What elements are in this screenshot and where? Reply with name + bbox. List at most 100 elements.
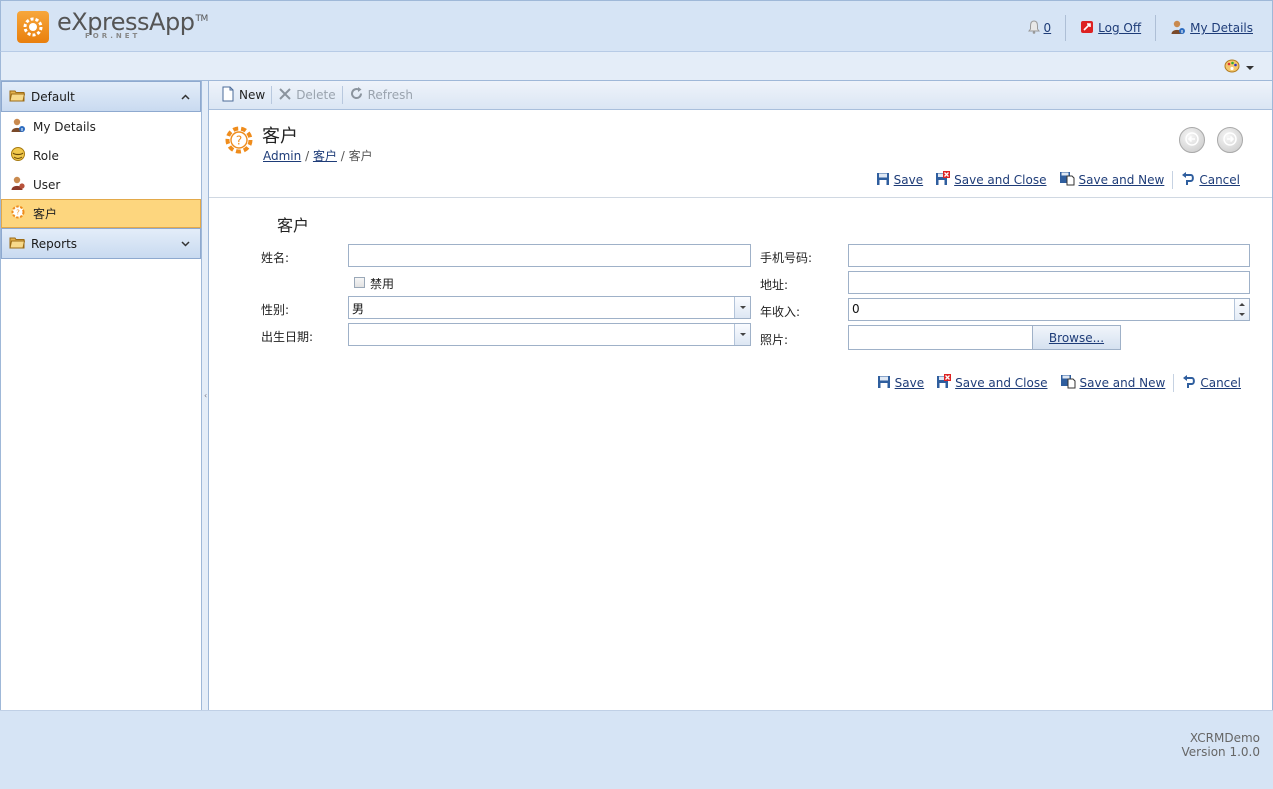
save-and-new-button[interactable]: Save and New bbox=[1053, 171, 1171, 189]
svg-text:?: ? bbox=[16, 209, 20, 217]
footer-version: Version 1.0.0 bbox=[1181, 745, 1260, 759]
delete-label: Delete bbox=[296, 88, 336, 102]
breadcrumb-separator: / bbox=[305, 149, 313, 163]
breadcrumb-current: 客户 bbox=[348, 149, 373, 163]
nav-item-label: User bbox=[33, 177, 61, 192]
my-details-link[interactable]: My Details bbox=[1156, 15, 1253, 41]
user-info-icon bbox=[10, 117, 26, 136]
nav-item-my-details[interactable]: My Details bbox=[1, 112, 201, 141]
folder-icon bbox=[9, 88, 26, 105]
new-document-icon bbox=[221, 86, 235, 105]
income-spinner[interactable]: 0 bbox=[848, 298, 1250, 321]
address-field[interactable] bbox=[848, 271, 1250, 294]
dropdown-arrow-icon[interactable] bbox=[734, 297, 750, 318]
nav-item-label: Role bbox=[33, 148, 59, 163]
nav-group-label: Default bbox=[31, 89, 75, 104]
chevron-down-icon bbox=[1246, 65, 1254, 70]
panel-splitter[interactable]: ‹ bbox=[202, 81, 209, 710]
app-footer: XCRMDemo Version 1.0.0 bbox=[0, 710, 1273, 789]
phone-label: 手机号码: bbox=[760, 251, 813, 265]
palette-icon bbox=[1224, 59, 1240, 76]
theme-selector[interactable] bbox=[1224, 59, 1254, 76]
photo-file-field[interactable] bbox=[848, 325, 1033, 350]
save-label[interactable]: Save bbox=[895, 376, 924, 390]
bottom-action-bar: Save Save and Close Save and New Cancel bbox=[871, 374, 1247, 392]
save-and-new-button[interactable]: Save and New bbox=[1054, 374, 1172, 392]
refresh-icon bbox=[349, 86, 364, 104]
breadcrumb: Admin / 客户 / 客户 bbox=[263, 147, 373, 164]
birthdate-picker[interactable] bbox=[348, 323, 751, 346]
nav-group-reports[interactable]: Reports bbox=[1, 228, 201, 259]
notifications-count[interactable]: 0 bbox=[1044, 21, 1052, 35]
undo-arrow-icon bbox=[1181, 171, 1195, 189]
cancel-label[interactable]: Cancel bbox=[1200, 376, 1241, 390]
save-new-icon bbox=[1059, 171, 1075, 189]
top-action-bar: Save Save and Close Save and New Cancel bbox=[870, 171, 1246, 189]
name-field[interactable] bbox=[348, 244, 751, 267]
toolbar: New Delete Refresh bbox=[209, 81, 1272, 110]
main-content: New Delete Refresh ? 客户 Admin / 客户 / 客户 … bbox=[209, 81, 1273, 710]
name-label: 姓名: bbox=[261, 251, 290, 265]
browse-button[interactable]: Browse... bbox=[1032, 325, 1121, 350]
role-icon bbox=[10, 146, 26, 165]
chevron-up-icon[interactable] bbox=[181, 92, 190, 103]
save-button[interactable]: Save bbox=[871, 375, 930, 392]
income-value: 0 bbox=[852, 302, 860, 316]
save-and-close-button[interactable]: Save and Close bbox=[929, 171, 1052, 189]
new-label: New bbox=[239, 88, 266, 102]
disabled-label: 禁用 bbox=[370, 277, 395, 291]
nav-item-label: My Details bbox=[33, 119, 96, 134]
previous-record-button[interactable] bbox=[1179, 127, 1205, 153]
save-new-icon bbox=[1060, 374, 1076, 392]
refresh-button[interactable]: Refresh bbox=[343, 84, 419, 106]
svg-text:?: ? bbox=[236, 134, 242, 148]
breadcrumb-separator: / bbox=[340, 149, 349, 163]
save-and-new-label[interactable]: Save and New bbox=[1080, 376, 1166, 390]
breadcrumb-customer-list[interactable]: 客户 bbox=[313, 149, 337, 163]
next-record-button[interactable] bbox=[1217, 127, 1243, 153]
dropdown-arrow-icon[interactable] bbox=[734, 324, 750, 345]
arrow-left-icon bbox=[1185, 131, 1199, 149]
customer-gear-icon: ? bbox=[222, 123, 256, 160]
nav-item-role[interactable]: Role bbox=[1, 141, 201, 170]
save-and-close-button[interactable]: Save and Close bbox=[930, 374, 1053, 392]
customer-gear-icon: ? bbox=[10, 204, 26, 223]
chevron-down-icon[interactable] bbox=[181, 239, 190, 250]
save-and-close-label[interactable]: Save and Close bbox=[954, 173, 1046, 187]
breadcrumb-admin[interactable]: Admin bbox=[263, 149, 301, 163]
notifications-link[interactable]: 0 bbox=[1014, 15, 1066, 41]
nav-item-customer[interactable]: ? 客户 bbox=[1, 199, 201, 228]
phone-field[interactable] bbox=[848, 244, 1250, 267]
logoff-link[interactable]: Log Off bbox=[1066, 15, 1155, 41]
user-details-icon bbox=[1170, 19, 1186, 38]
address-label: 地址: bbox=[760, 278, 789, 292]
arrow-right-icon bbox=[1223, 131, 1237, 149]
my-details-label[interactable]: My Details bbox=[1190, 21, 1253, 35]
undo-arrow-icon bbox=[1182, 374, 1196, 392]
cancel-button[interactable]: Cancel bbox=[1176, 374, 1247, 392]
save-label[interactable]: Save bbox=[894, 173, 923, 187]
header-links: 0 Log Off My Details bbox=[1014, 15, 1253, 41]
nav-item-user[interactable]: User bbox=[1, 170, 201, 199]
nav-group-default[interactable]: Default bbox=[1, 81, 201, 112]
save-and-new-label[interactable]: Save and New bbox=[1079, 173, 1165, 187]
nav-group-label: Reports bbox=[31, 236, 78, 251]
splitter-handle-icon[interactable]: ‹ bbox=[204, 391, 207, 400]
income-label: 年收入: bbox=[760, 305, 801, 319]
cancel-label[interactable]: Cancel bbox=[1199, 173, 1240, 187]
theme-bar bbox=[0, 52, 1273, 81]
save-button[interactable]: Save bbox=[870, 172, 929, 189]
delete-button[interactable]: Delete bbox=[272, 84, 341, 106]
gender-select[interactable]: 男 bbox=[348, 296, 751, 319]
save-and-close-label[interactable]: Save and Close bbox=[955, 376, 1047, 390]
cancel-button[interactable]: Cancel bbox=[1175, 171, 1246, 189]
birthdate-label: 出生日期: bbox=[261, 330, 314, 344]
logoff-label[interactable]: Log Off bbox=[1098, 21, 1141, 35]
save-close-icon bbox=[935, 171, 951, 189]
disabled-checkbox[interactable] bbox=[354, 277, 365, 288]
new-button[interactable]: New bbox=[215, 84, 271, 106]
spinner-arrows-icon[interactable] bbox=[1234, 299, 1249, 320]
nav-item-label: 客户 bbox=[33, 207, 58, 221]
delete-x-icon bbox=[278, 87, 292, 104]
footer-app-name: XCRMDemo bbox=[1189, 731, 1260, 745]
